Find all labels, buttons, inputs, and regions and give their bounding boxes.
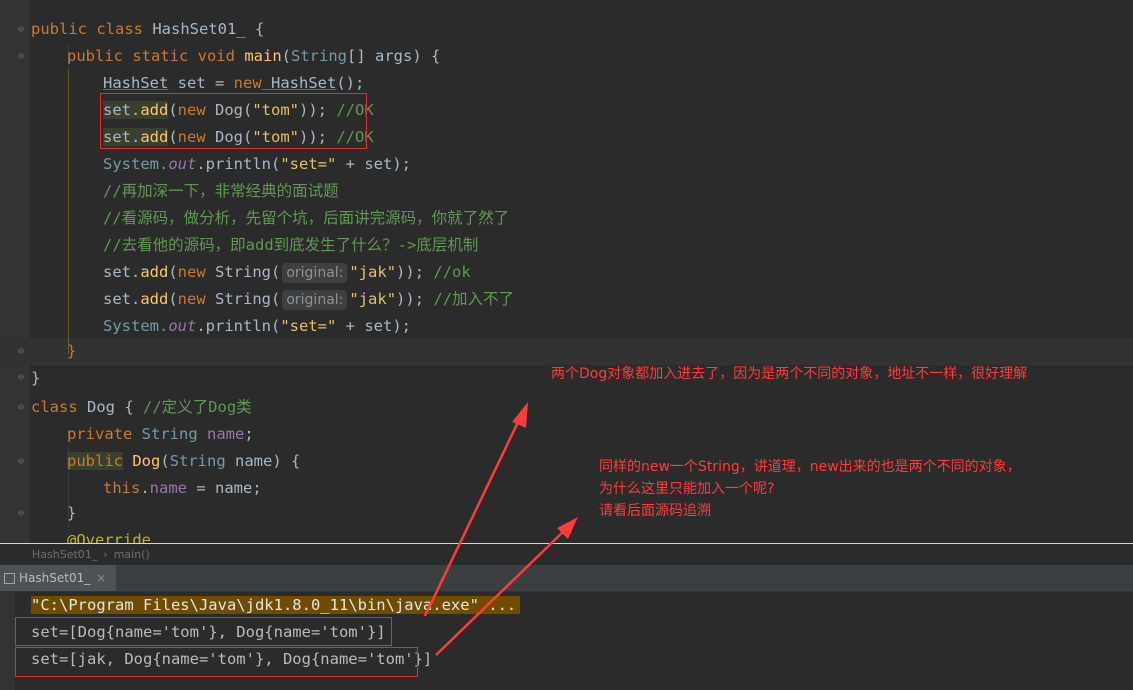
code-line[interactable]: } <box>67 338 76 365</box>
console-gutter <box>0 592 15 690</box>
annotation-box-dog-adds <box>100 93 367 149</box>
annotation-note-string-l3: 请看后面源码追溯 <box>599 503 711 519</box>
code-comment[interactable]: //再加深一下，非常经典的面试题 <box>103 178 339 205</box>
run-tool-window-header: HashSet01_ × <box>0 565 1133 592</box>
code-line[interactable]: } <box>67 500 76 527</box>
indent-guide-active <box>68 70 69 354</box>
code-line[interactable]: private String name; <box>67 421 254 448</box>
code-line[interactable]: set.add(new String(original: "jak")); //加… <box>103 286 514 313</box>
code-comment[interactable]: //看源码，做分析，先留个坑，后面讲完源码，你就了然了 <box>103 205 509 232</box>
breadcrumb-class[interactable]: HashSet01_ <box>32 548 97 561</box>
parameter-hint: original: <box>282 263 348 283</box>
fold-icon[interactable]: ⊖ <box>16 509 26 519</box>
code-line[interactable]: System.out.println("set=" + set); <box>103 313 411 340</box>
code-line[interactable]: public class HashSet01_ { <box>31 16 264 43</box>
code-line[interactable]: } <box>31 365 40 392</box>
fold-icon[interactable]: ⊖ <box>16 52 26 62</box>
code-line[interactable]: System.out.println("set=" + set); <box>103 151 411 178</box>
breadcrumb-separator-icon: › <box>103 548 108 561</box>
fold-icon[interactable]: ⊖ <box>16 347 26 357</box>
annotation-note-string-l1: 同样的new一个String，讲道理，new出来的也是两个不同的对象， <box>599 459 1021 475</box>
fold-icon[interactable]: ⊖ <box>16 403 26 413</box>
fold-icon[interactable]: ⊖ <box>16 25 26 35</box>
current-line-highlight <box>0 338 1133 365</box>
console-command-line: "C:\Program Files\Java\jdk1.8.0_11\bin\j… <box>31 592 521 619</box>
code-line[interactable]: set.add(new String(original: "jak")); //o… <box>103 259 471 286</box>
breadcrumb[interactable]: HashSet01_ › main() <box>0 543 1133 565</box>
run-tab[interactable]: HashSet01_ × <box>0 565 117 591</box>
run-tab-label: HashSet01_ <box>19 571 91 585</box>
close-icon[interactable]: × <box>96 571 106 585</box>
code-line[interactable]: class Dog { //定义了Dog类 <box>31 394 252 421</box>
annotation-note-dog: 两个Dog对象都加入进去了，因为是两个不同的对象，地址不一样，很好理解 <box>551 366 1028 382</box>
fold-icon[interactable]: ⊖ <box>16 457 26 467</box>
code-line[interactable]: public static void main(String[] args) { <box>67 43 440 70</box>
code-line[interactable]: this.name = name; <box>103 475 262 502</box>
annotation-box-output1 <box>15 617 392 646</box>
annotation-box-output2 <box>15 647 418 677</box>
parameter-hint: original: <box>282 290 348 310</box>
annotation-note-string-l2: 为什么这里只能加入一个呢? <box>599 481 775 497</box>
run-config-icon <box>4 573 15 584</box>
fold-icon[interactable]: ⊖ <box>16 373 26 383</box>
code-comment[interactable]: //去看他的源码，即add到底发生了什么？->底层机制 <box>103 232 478 259</box>
breadcrumb-method[interactable]: main() <box>114 548 150 561</box>
code-line[interactable]: public Dog(String name) { <box>67 448 300 475</box>
code-line[interactable]: @Override <box>67 527 151 543</box>
